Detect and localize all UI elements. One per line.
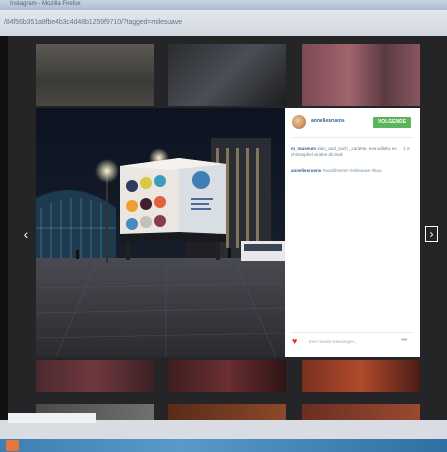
grid-photo[interactable]	[302, 404, 420, 420]
grid-photo[interactable]	[168, 360, 286, 392]
window-titlebar: Instagram - Mozilla Firefox	[0, 0, 447, 10]
heart-icon[interactable]: ♥	[292, 337, 297, 346]
divider	[291, 137, 414, 138]
caption: anneliesruens #ooohhmmm #mileuave #kuu	[291, 168, 409, 174]
grid-photo[interactable]	[302, 360, 420, 392]
address-text[interactable]: /84f56b351a8fbe4b3c4d48b1259f9710/?tagge…	[4, 19, 182, 26]
grid-photo[interactable]	[302, 44, 420, 106]
grid-photo[interactable]	[168, 404, 286, 420]
comment-input[interactable]: Een reactie toevoegen...	[309, 339, 358, 344]
likes-user-link[interactable]: m_museum	[291, 146, 316, 151]
chevron-left-icon[interactable]: ‹	[20, 226, 32, 242]
chevron-right-icon[interactable]: ›	[425, 226, 438, 242]
left-edge	[0, 36, 8, 420]
post-photo[interactable]	[36, 108, 285, 357]
divider	[291, 332, 414, 333]
taskbar-app-icon[interactable]	[6, 440, 19, 451]
browser-url-bar[interactable]: /84f56b351a8fbe4b3c4d48b1259f9710/?tagge…	[0, 10, 447, 36]
likes-text: m_museum stan_and_such _cariette, eva.wi…	[291, 146, 397, 158]
post-username[interactable]: anneliesruens	[311, 118, 345, 124]
ellipsis-icon[interactable]: •••	[401, 337, 407, 344]
caption-text[interactable]: #ooohhmmm #mileuave #kuu	[323, 168, 382, 173]
window-title: Instagram - Mozilla Firefox	[10, 1, 81, 7]
grid-photo[interactable]	[36, 360, 154, 392]
post-details-panel: anneliesruens VOLGENDE m_museum stan_and…	[285, 108, 420, 357]
avatar[interactable]	[292, 115, 306, 129]
night-plaza-photo	[36, 108, 285, 357]
taskbar	[0, 439, 447, 452]
grid-photo[interactable]	[168, 44, 286, 106]
grid-photo[interactable]	[36, 44, 154, 106]
follow-button[interactable]: VOLGENDE	[373, 117, 411, 128]
caption-user-link[interactable]: anneliesruens	[291, 168, 321, 173]
status-tab	[8, 413, 96, 423]
post-age: 3 w	[403, 146, 411, 151]
